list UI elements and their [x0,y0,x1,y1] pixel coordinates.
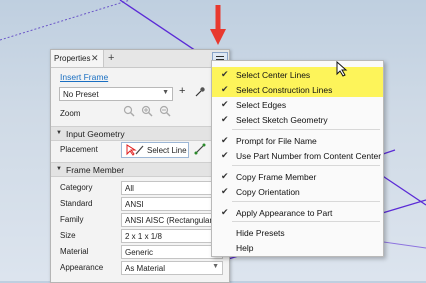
menu-item-label: Select Edges [236,100,287,110]
menu-separator [232,221,380,222]
field-dropdown[interactable]: 2 x 1 x 1/8 [121,229,223,243]
checkmark-icon: ✔ [221,69,229,79]
menu-item-label: Copy Frame Member [236,172,317,182]
menu-separator [232,129,380,130]
menu-item[interactable]: ✔ Select Construction Lines [212,82,383,97]
tab-label: Properties [54,54,91,63]
add-preset-button[interactable]: + [179,85,185,97]
checkmark-icon: ✔ [221,114,229,124]
section-label: Frame Member [66,165,125,175]
menu-item-label: Prompt for File Name [236,136,317,146]
field-value: Generic [125,248,154,257]
add-tab-icon[interactable]: + [108,52,114,64]
checkmark-icon: ✔ [221,186,229,196]
field-dropdown[interactable]: As Material ▼ [121,261,223,275]
menu-item[interactable]: ✔ Select Edges [212,97,383,112]
field-value: As Material [125,264,166,273]
chevron-down-icon: ▼ [162,89,169,96]
checkmark-icon: ✔ [221,99,229,109]
select-line-button[interactable]: Select Line [121,142,189,158]
field-value: All [125,184,134,193]
collapse-icon: ▼ [56,166,62,172]
field-value: 2 x 1 x 1/8 [125,232,162,241]
menu-item-label: Hide Presets [236,228,285,238]
zoom-out-icon[interactable] [159,105,171,117]
menu-item-label: Select Sketch Geometry [236,115,328,125]
menu-item-label: Select Center Lines [236,70,311,80]
menu-item[interactable]: Hide Presets [212,225,383,240]
collapse-icon: ▼ [56,130,62,136]
mouse-cursor-icon [336,61,348,77]
checkmark-icon: ✔ [221,207,229,217]
menu-item-label: Copy Orientation [236,187,300,197]
close-icon[interactable]: ✕ [91,53,99,64]
pin-icon[interactable] [194,86,206,98]
checkmark-icon: ✔ [221,84,229,94]
placement-label: Placement [60,145,98,154]
preset-dropdown[interactable]: No Preset ▼ [59,87,173,101]
field-dropdown[interactable]: Generic▼ [121,245,223,259]
menu-item[interactable]: Help [212,240,383,255]
section-input-geometry[interactable]: ▼ Input Geometry [51,126,229,141]
checkmark-icon: ✔ [221,171,229,181]
field-dropdown[interactable]: All [121,181,223,195]
field-dropdown[interactable]: ANSI AISC (Rectangular... [121,213,223,227]
menu-item-label: Use Part Number from Content Center [236,151,382,161]
settings-dropdown-menu: ✔ Select Center Lines ✔ Select Construction… [211,60,384,257]
select-cursor-icon [126,144,144,156]
annotation-arrow [210,5,226,45]
field-label: Category [60,183,93,192]
menu-item-label: Select Construction Lines [236,85,333,95]
zoom-in-icon[interactable] [141,105,153,117]
chevron-down-icon: ▼ [212,263,219,270]
checkmark-icon: ✔ [221,150,229,160]
field-label: Standard [60,199,93,208]
panel-tabbar: Properties ✕ + [51,50,229,68]
preset-value: No Preset [63,90,99,99]
menu-item[interactable]: ✔ Prompt for File Name [212,133,383,148]
menu-separator [232,165,380,166]
menu-item-label: Help [236,243,254,253]
menu-item[interactable]: ✔ Copy Frame Member [212,169,383,184]
field-label: Size [60,231,76,240]
field-value: ANSI [125,200,144,209]
select-line-label: Select Line [147,146,187,155]
line-options-icon[interactable] [193,142,207,156]
checkmark-icon: ✔ [221,135,229,145]
menu-item[interactable]: ✔ Select Center Lines [212,67,383,82]
zoom-label: Zoom [60,109,81,118]
menu-item-label: Apply Appearance to Part [236,208,333,218]
field-label: Family [60,215,84,224]
section-frame-member[interactable]: ▼ Frame Member [51,162,229,177]
properties-panel: Properties ✕ + Insert Frame No Preset ▼ … [50,49,230,283]
section-label: Input Geometry [66,129,125,139]
menu-item[interactable]: ✔ Copy Orientation [212,184,383,199]
menu-item[interactable]: ✔ Select Sketch Geometry [212,112,383,127]
field-dropdown[interactable]: ANSI [121,197,223,211]
insert-frame-link[interactable]: Insert Frame [60,72,108,82]
menu-item[interactable]: ✔ Apply Appearance to Part [212,205,383,220]
tab-properties[interactable]: Properties ✕ [51,50,104,67]
field-label: Appearance [60,263,104,272]
field-value: ANSI AISC (Rectangular... [125,216,219,225]
field-label: Material [60,247,89,256]
menu-item[interactable]: ✔ Use Part Number from Content Center [212,148,383,163]
zoom-fit-icon[interactable] [123,105,135,117]
menu-separator [232,201,380,202]
